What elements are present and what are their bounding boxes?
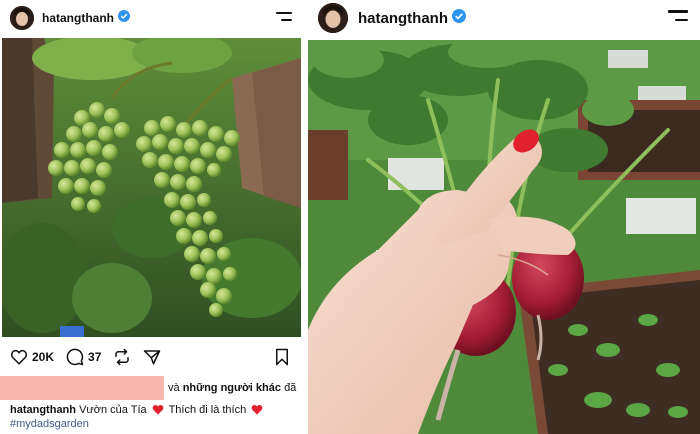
caption-username[interactable]: hatangthanh: [10, 404, 76, 416]
bookmark-icon: [276, 348, 288, 366]
action-bar: 20K 37: [10, 346, 292, 368]
repost-button[interactable]: [113, 348, 131, 366]
avatar-image: [10, 6, 34, 30]
liked-by-suffix: đã: [284, 382, 297, 394]
post-photo-grapes[interactable]: [2, 38, 301, 337]
heart-outline-icon: [11, 349, 27, 365]
red-heart-icon: [251, 405, 263, 415]
share-button[interactable]: [143, 348, 161, 366]
hashtag-link[interactable]: #mydadsgarden: [10, 418, 89, 430]
comment-bubble-icon: [66, 348, 84, 366]
post-photo-radishes[interactable]: [308, 40, 700, 434]
caption-text-2: Thích đi là thích: [168, 404, 247, 416]
liked-by-row: và những người khác đã: [0, 376, 302, 400]
left-post-header: hatangthanh: [10, 6, 130, 30]
redacted-liked-by-names: [0, 376, 164, 400]
liked-by-text[interactable]: và những người khác đã: [168, 382, 296, 394]
repost-icon: [115, 348, 130, 366]
right-post-header: hatangthanh: [318, 2, 466, 34]
liked-by-prefix: và: [168, 382, 180, 394]
avatar[interactable]: [318, 3, 348, 33]
like-button[interactable]: 20K: [10, 348, 54, 366]
grape-photo: [2, 38, 301, 337]
caption-text-1: Vườn của Tía: [79, 404, 147, 416]
avatar[interactable]: [10, 6, 34, 30]
post-caption: hatangthanh Vườn của Tía Thích đi là thí…: [10, 404, 300, 417]
liked-by-others-link[interactable]: những người khác: [183, 382, 281, 394]
avatar-image: [318, 3, 348, 33]
left-post: hatangthanh 20K 37 và những người khác đ…: [0, 0, 302, 434]
menu-icon[interactable]: [276, 12, 292, 21]
comment-button[interactable]: 37: [66, 348, 101, 366]
like-count[interactable]: 20K: [32, 350, 54, 364]
radish-photo: [308, 40, 700, 434]
save-button[interactable]: [274, 348, 290, 371]
verified-badge-icon: [452, 8, 466, 28]
send-icon: [144, 350, 161, 365]
verified-badge-icon: [118, 9, 130, 27]
red-heart-icon: [152, 405, 164, 415]
menu-icon[interactable]: [668, 10, 688, 21]
username[interactable]: hatangthanh: [42, 11, 114, 25]
comment-count[interactable]: 37: [88, 350, 101, 364]
right-post: hatangthanh: [308, 0, 700, 434]
username[interactable]: hatangthanh: [358, 10, 448, 27]
